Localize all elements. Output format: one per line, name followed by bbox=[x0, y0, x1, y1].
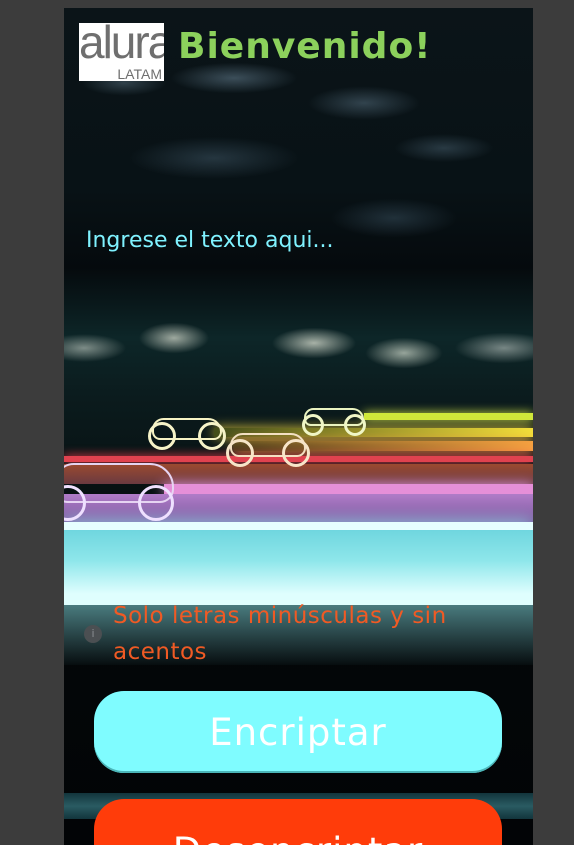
light-trail-pink bbox=[164, 484, 533, 494]
light-trail-yellow bbox=[364, 413, 533, 420]
page-title: Bienvenido! bbox=[178, 26, 432, 67]
alura-logo: alura LATAM bbox=[79, 23, 164, 81]
decrypt-button[interactable]: Desencriptar bbox=[94, 799, 502, 845]
app-viewport: alura LATAM Bienvenido! i Solo letras mi… bbox=[64, 8, 533, 845]
info-icon: i bbox=[84, 625, 102, 643]
message-textarea[interactable] bbox=[86, 228, 506, 388]
light-cycle-3 bbox=[226, 433, 310, 467]
input-hint: Solo letras minúsculas y sin acentos bbox=[113, 603, 447, 665]
light-trail-cyan bbox=[64, 522, 533, 530]
light-trail-cyan-glow bbox=[64, 530, 533, 605]
light-cycle-4 bbox=[64, 463, 174, 521]
encrypt-button[interactable]: Encriptar bbox=[94, 691, 502, 773]
light-cycle-2 bbox=[148, 418, 226, 450]
light-cycle-1 bbox=[302, 408, 366, 436]
logo-subtitle: LATAM bbox=[117, 66, 162, 81]
logo-wordmark: alura bbox=[79, 23, 164, 68]
